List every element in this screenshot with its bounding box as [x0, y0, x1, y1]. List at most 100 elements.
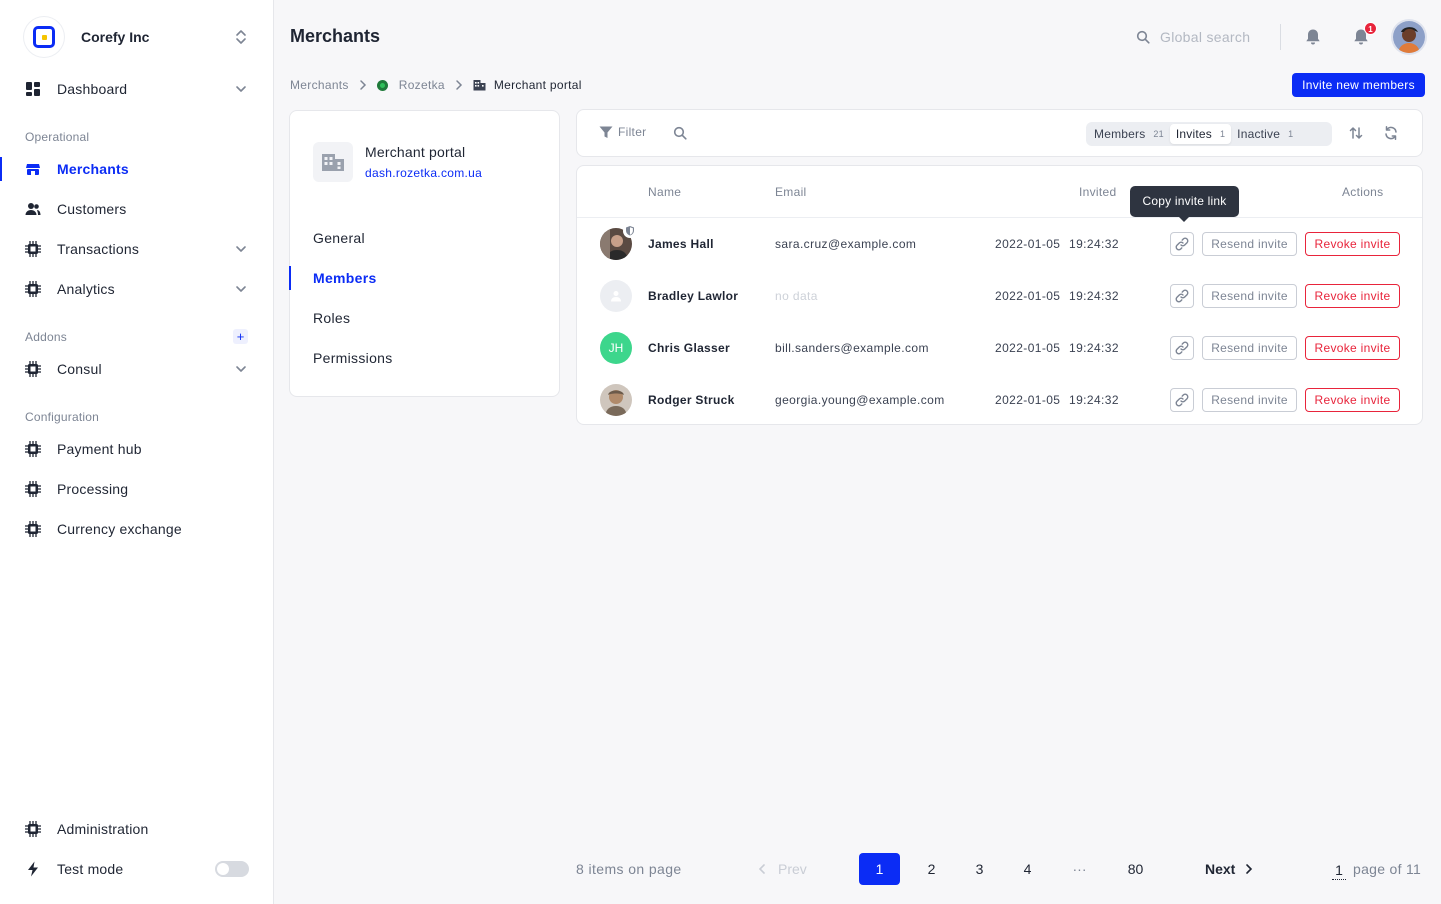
- invite-new-members-button[interactable]: Invite new members: [1292, 73, 1425, 97]
- sidebar-item-customers[interactable]: Customers: [0, 191, 273, 227]
- invited-date: 2022-01-05: [995, 393, 1061, 407]
- sidebar-item-label: Payment hub: [57, 441, 142, 457]
- next-page-button[interactable]: Next: [1205, 861, 1253, 877]
- search-icon: [1136, 30, 1150, 44]
- prev-page-button[interactable]: Prev: [758, 861, 807, 877]
- page-button-1[interactable]: 1: [859, 853, 900, 885]
- sidebar-item-label: Customers: [57, 201, 127, 217]
- tab-members[interactable]: Members: [289, 263, 559, 293]
- sidebar-item-label: Administration: [57, 821, 149, 837]
- resend-invite-button[interactable]: Resend invite: [1202, 336, 1297, 360]
- copy-invite-link-button[interactable]: [1170, 232, 1194, 256]
- tab-invites-status[interactable]: Invites 1: [1169, 124, 1232, 144]
- chip-icon: [25, 441, 41, 457]
- chip-icon: [25, 361, 41, 377]
- sidebar-item-payment-hub[interactable]: Payment hub: [0, 431, 273, 467]
- member-name: Chris Glasser: [648, 341, 730, 355]
- building-icon: [473, 79, 486, 91]
- revoke-invite-button[interactable]: Revoke invite: [1305, 232, 1400, 256]
- resend-invite-button[interactable]: Resend invite: [1202, 388, 1297, 412]
- sort-icon[interactable]: [1349, 126, 1363, 140]
- sidebar-item-consul[interactable]: Consul: [0, 351, 273, 387]
- global-search[interactable]: [1136, 26, 1270, 48]
- portal-name: Merchant portal: [365, 144, 466, 160]
- user-avatar[interactable]: [1393, 21, 1425, 53]
- page-number-input[interactable]: [1332, 860, 1346, 880]
- building-icon: [313, 142, 353, 182]
- search-icon[interactable]: [673, 126, 687, 140]
- revoke-invite-button[interactable]: Revoke invite: [1305, 336, 1400, 360]
- sidebar: Corefy Inc Dashboard Operational Merchan…: [0, 0, 274, 904]
- test-mode-toggle[interactable]: [215, 861, 249, 877]
- revoke-invite-button[interactable]: Revoke invite: [1305, 388, 1400, 412]
- sidebar-item-label: Consul: [57, 361, 102, 377]
- column-header-email[interactable]: Email: [775, 185, 807, 199]
- page-button-4[interactable]: 4: [1007, 853, 1048, 885]
- revoke-invite-button[interactable]: Revoke invite: [1305, 284, 1400, 308]
- sidebar-item-processing[interactable]: Processing: [0, 471, 273, 507]
- page-button-80[interactable]: 80: [1115, 853, 1156, 885]
- page-button-2[interactable]: 2: [911, 853, 952, 885]
- member-name: James Hall: [648, 237, 714, 251]
- page-button-3[interactable]: 3: [959, 853, 1000, 885]
- sidebar-item-analytics[interactable]: Analytics: [0, 271, 273, 307]
- resend-invite-button[interactable]: Resend invite: [1202, 284, 1297, 308]
- tab-count: 1: [1219, 129, 1226, 139]
- column-header-name[interactable]: Name: [648, 185, 681, 199]
- tab-members-status[interactable]: Members 21: [1088, 124, 1170, 144]
- status-segmented-control: Members 21 Invites 1 Inactive 1: [1086, 122, 1332, 146]
- link-icon: [1175, 237, 1189, 251]
- copy-invite-link-button[interactable]: [1170, 336, 1194, 360]
- tab-count: 21: [1153, 129, 1164, 139]
- sidebar-item-dashboard[interactable]: Dashboard: [0, 71, 273, 107]
- sidebar-item-label: Dashboard: [57, 81, 128, 97]
- search-input[interactable]: [1160, 29, 1270, 45]
- lightning-icon: [25, 861, 41, 877]
- resend-invite-button[interactable]: Resend invite: [1202, 232, 1297, 256]
- tab-general[interactable]: General: [290, 223, 559, 253]
- pagination-ellipsis[interactable]: ···: [1059, 853, 1100, 885]
- avatar: [600, 384, 632, 416]
- sidebar-item-merchants[interactable]: Merchants: [0, 151, 273, 187]
- sidebar-item-label: Analytics: [57, 281, 115, 297]
- items-per-page-selector[interactable]: 8 items on page: [576, 861, 682, 877]
- bell-icon[interactable]: [1304, 28, 1322, 46]
- link-icon: [1175, 289, 1189, 303]
- column-header-actions: Actions: [1342, 185, 1384, 199]
- tab-label: Members: [1094, 127, 1146, 141]
- prev-label: Prev: [778, 861, 807, 877]
- member-name: Bradley Lawlor: [648, 289, 739, 303]
- sidebar-item-label: Transactions: [57, 241, 140, 257]
- filter-button[interactable]: Filter: [599, 125, 646, 139]
- breadcrumb-merchant[interactable]: Rozetka: [399, 78, 445, 92]
- company-switcher[interactable]: Corefy Inc: [24, 17, 250, 57]
- breadcrumb-merchants[interactable]: Merchants: [290, 78, 349, 92]
- tab-inactive-status[interactable]: Inactive 1: [1231, 124, 1299, 144]
- chevron-down-icon: [234, 362, 248, 376]
- users-icon: [25, 201, 41, 217]
- copy-invite-link-button[interactable]: [1170, 284, 1194, 308]
- copy-invite-link-button[interactable]: [1170, 388, 1194, 412]
- sidebar-item-administration[interactable]: Administration: [0, 811, 273, 847]
- company-logo: [24, 17, 64, 57]
- refresh-icon[interactable]: [1384, 126, 1398, 140]
- notification-badge: 1: [1364, 22, 1377, 35]
- chevron-down-icon: [234, 242, 248, 256]
- invited-date: 2022-01-05: [995, 237, 1061, 251]
- table-row: Bradley Lawlor no data 2022-01-05 19:24:…: [577, 270, 1422, 322]
- tab-roles[interactable]: Roles: [290, 303, 559, 333]
- table-row: James Hall sara.cruz@example.com 2022-01…: [577, 218, 1422, 270]
- column-header-invited[interactable]: Invited: [1079, 185, 1116, 199]
- portal-domain-link[interactable]: dash.rozetka.com.ua: [365, 166, 482, 180]
- sidebar-item-label: Currency exchange: [57, 521, 182, 537]
- invited-time: 19:24:32: [1069, 341, 1119, 355]
- sidebar-item-label: Merchants: [57, 161, 129, 177]
- tab-permissions[interactable]: Permissions: [290, 343, 559, 373]
- sidebar-item-currency-exchange[interactable]: Currency exchange: [0, 511, 273, 547]
- page-total: page of 11: [1353, 861, 1422, 877]
- table-toolbar: Filter Members 21 Invites 1 Inactive 1: [576, 109, 1423, 157]
- page-title: Merchants: [290, 26, 381, 46]
- member-email: no data: [775, 289, 818, 303]
- add-addon-button[interactable]: +: [233, 329, 248, 344]
- sidebar-item-transactions[interactable]: Transactions: [0, 231, 273, 267]
